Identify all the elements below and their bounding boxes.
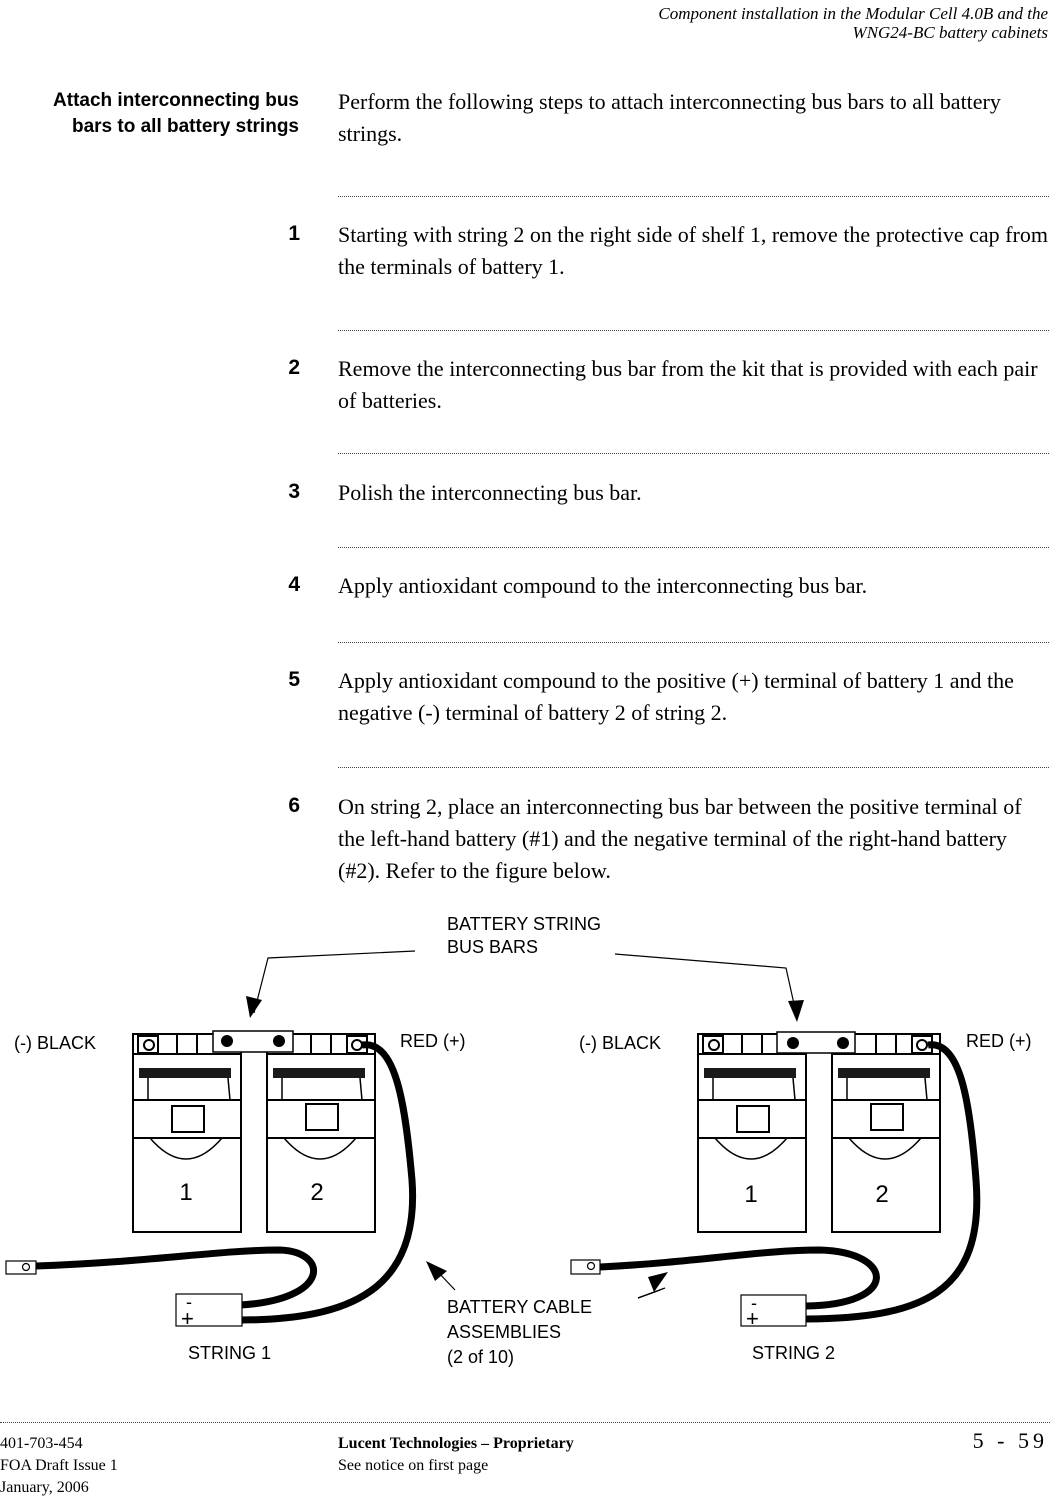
step-number: 6: [288, 794, 300, 817]
step-text: Apply antioxidant compound to the positi…: [338, 668, 1014, 725]
step-text: Polish the interconnecting bus bar.: [338, 480, 642, 505]
cable-assemblies-label-line-1: BATTERY CABLE: [447, 1297, 592, 1317]
cable-assemblies-label-line-2: ASSEMBLIES: [447, 1322, 561, 1342]
step-number: 5: [288, 668, 300, 691]
document-number: 401-703-454: [0, 1435, 83, 1452]
cable-assemblies-label-line-3: (2 of 10): [447, 1347, 514, 1367]
step-number: 4: [288, 573, 300, 596]
footer-proprietary: Lucent Technologies – Proprietary See no…: [338, 1433, 574, 1477]
running-header-line-2: WNG24-BC battery cabinets: [852, 23, 1048, 42]
battery-string-figure: BATTERY STRING BUS BARS (-) BLACK RED (+…: [5, 914, 1032, 1367]
bus-bar-bolt: [273, 1035, 285, 1047]
battery-number-label: 2: [875, 1181, 888, 1208]
battery-number-label: 1: [744, 1181, 757, 1208]
section-title-line-2: bars to all battery strings: [71, 116, 299, 137]
negative-black-label: (-) BLACK: [579, 1033, 661, 1053]
bus-bar-bolt: [787, 1037, 799, 1049]
step-divider: [338, 196, 1049, 197]
bus-bar-leader-right: [614, 953, 797, 1014]
arrowhead-icon: [246, 996, 262, 1018]
string-name-label: STRING 2: [752, 1343, 835, 1363]
document-issue: FOA Draft Issue 1: [0, 1457, 118, 1474]
step-number: 2: [288, 356, 300, 379]
step-divider: [338, 767, 1049, 768]
positive-red-label: RED (+): [400, 1031, 466, 1051]
battery-number-label: 2: [310, 1179, 323, 1206]
bus-bar-bolt: [221, 1035, 233, 1047]
step-number: 1: [288, 222, 300, 245]
step-divider: [338, 453, 1049, 454]
step-text: Remove the interconnecting bus bar from …: [338, 356, 1038, 413]
step-divider: [338, 642, 1049, 643]
negative-black-label: (-) BLACK: [14, 1033, 96, 1053]
cable-lug: [5, 1260, 37, 1275]
step-divider: [338, 547, 1049, 548]
company-notice: Lucent Technologies – Proprietary: [338, 1435, 574, 1452]
document-date: January, 2006: [0, 1479, 89, 1496]
running-header: Component installation in the Modular Ce…: [658, 4, 1048, 42]
arrowhead-icon: [648, 1272, 668, 1292]
step-number: 3: [288, 480, 300, 503]
section-title-line-1: Attach interconnecting bus: [53, 90, 299, 111]
bus-bars-label-line-1: BATTERY STRING: [447, 914, 601, 934]
intro-paragraph: Perform the following steps to attach in…: [338, 89, 1001, 146]
connector-plus-label: +: [181, 1306, 194, 1331]
cable-lug: [570, 1259, 601, 1275]
battery-2: 2: [831, 1033, 941, 1233]
positive-red-label: RED (+): [966, 1031, 1032, 1051]
step-text: Starting with string 2 on the right side…: [338, 222, 1048, 279]
bus-bar-leader-left: [253, 950, 416, 1014]
battery-1: 1: [697, 1033, 807, 1233]
arrowhead-icon: [788, 1000, 804, 1022]
section-title: Attach interconnecting bus bars to all b…: [0, 88, 299, 140]
page-number: 5 - 59: [972, 1428, 1048, 1453]
bus-bar-bolt: [837, 1037, 849, 1049]
battery-1: 1: [132, 1033, 242, 1233]
negative-cable: [599, 1246, 880, 1310]
negative-cable: [35, 1246, 318, 1309]
footer-divider: [0, 1422, 1050, 1423]
battery-string-1: (-) BLACK RED (+) 1 2 - + STRING 1: [5, 1030, 466, 1363]
footer-document-info: 401-703-454 FOA Draft Issue 1 January, 2…: [0, 1433, 118, 1499]
battery-number-label: 1: [179, 1179, 192, 1206]
running-header-line-1: Component installation in the Modular Ce…: [658, 4, 1048, 23]
step-text: On string 2, place an interconnecting bu…: [338, 794, 1022, 883]
battery-string-2: (-) BLACK RED (+) 1 2 - + STRING 2: [570, 1031, 1032, 1363]
battery-2: 2: [266, 1033, 376, 1233]
connector-plus-label: +: [746, 1306, 759, 1331]
step-text: Apply antioxidant compound to the interc…: [338, 573, 868, 598]
step-divider: [338, 330, 1049, 331]
bus-bars-label-line-2: BUS BARS: [447, 937, 538, 957]
notice-reference: See notice on first page: [338, 1457, 489, 1474]
string-name-label: STRING 1: [188, 1343, 271, 1363]
